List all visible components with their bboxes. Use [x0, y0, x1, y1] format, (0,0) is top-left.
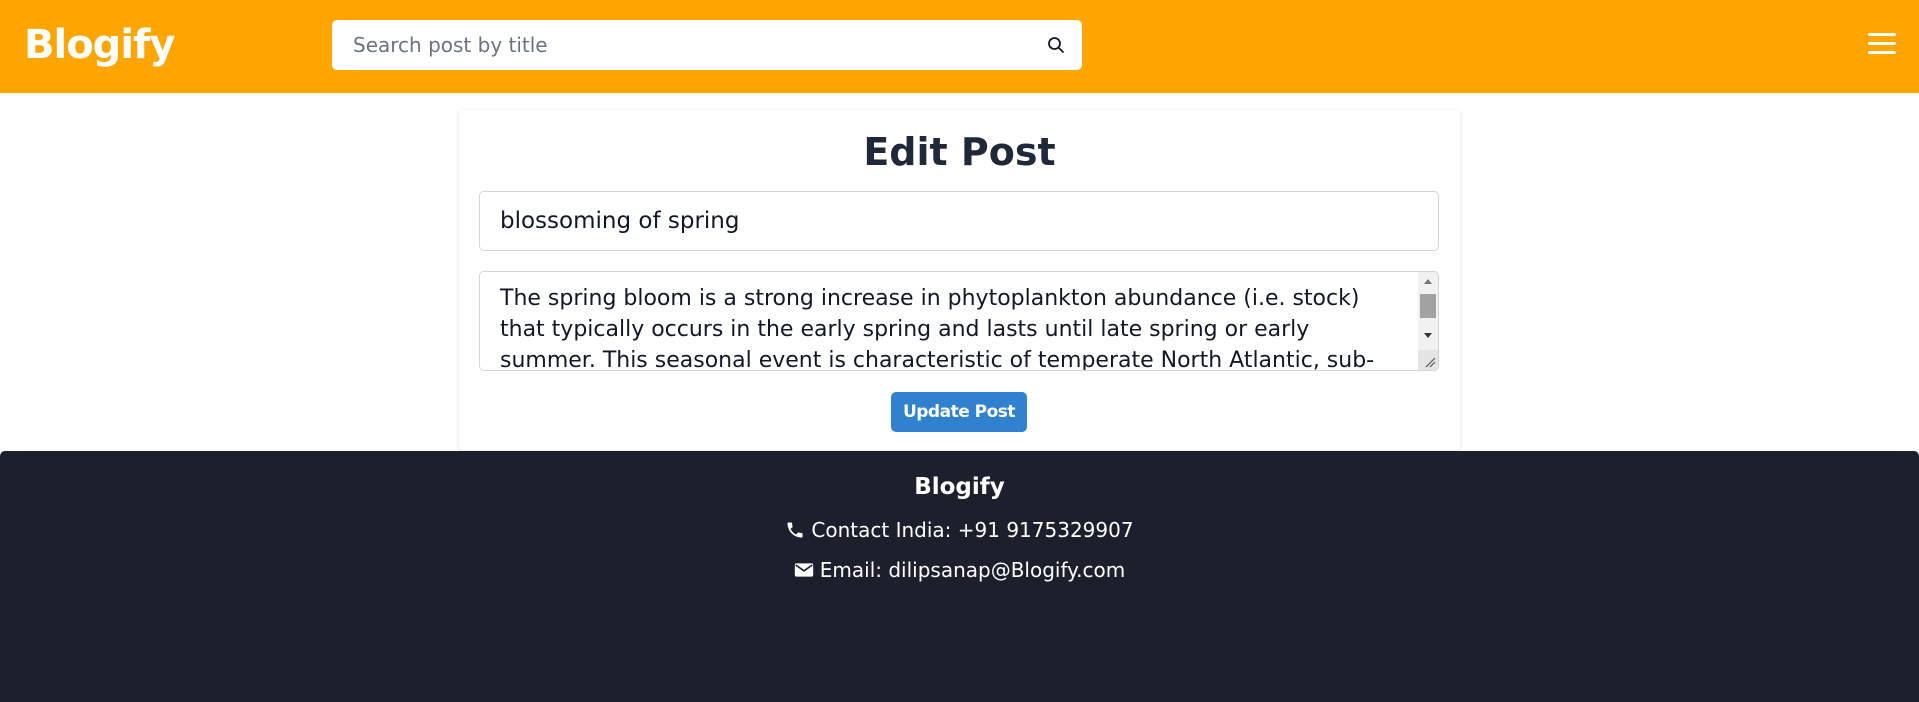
phone-icon	[787, 522, 803, 538]
navbar: Blogify	[0, 0, 1919, 93]
update-post-button[interactable]: Update Post	[891, 392, 1027, 432]
search-icon[interactable]	[1046, 35, 1066, 55]
post-content-field: The spring bloom is a strong increase in…	[479, 271, 1439, 371]
footer-brand: Blogify	[914, 474, 1005, 500]
scroll-up-arrow-icon[interactable]	[1424, 279, 1432, 284]
resize-handle-icon[interactable]	[1418, 350, 1438, 370]
contact-text: Contact India: +91 9175329907	[811, 518, 1134, 542]
page-title: Edit Post	[863, 130, 1056, 174]
footer: Blogify Contact India: +91 9175329907 Em…	[0, 451, 1919, 702]
scrollbar-thumb[interactable]	[1420, 294, 1436, 318]
logo[interactable]: Blogify	[24, 21, 175, 69]
hamburger-menu-icon[interactable]	[1868, 33, 1896, 59]
footer-email: Email: dilipsanap@Blogify.com	[0, 555, 1919, 585]
footer-contact: Contact India: +91 9175329907	[0, 515, 1919, 545]
post-content-textarea[interactable]: The spring bloom is a strong increase in…	[480, 272, 1420, 370]
email-text: Email: dilipsanap@Blogify.com	[819, 558, 1126, 582]
search-input[interactable]	[332, 20, 1032, 70]
envelope-icon	[794, 563, 813, 577]
scroll-down-arrow-icon[interactable]	[1424, 333, 1432, 338]
search-box	[332, 20, 1082, 70]
edit-post-card: Edit Post The spring bloom is a strong i…	[459, 110, 1460, 450]
post-title-input[interactable]	[479, 191, 1439, 251]
